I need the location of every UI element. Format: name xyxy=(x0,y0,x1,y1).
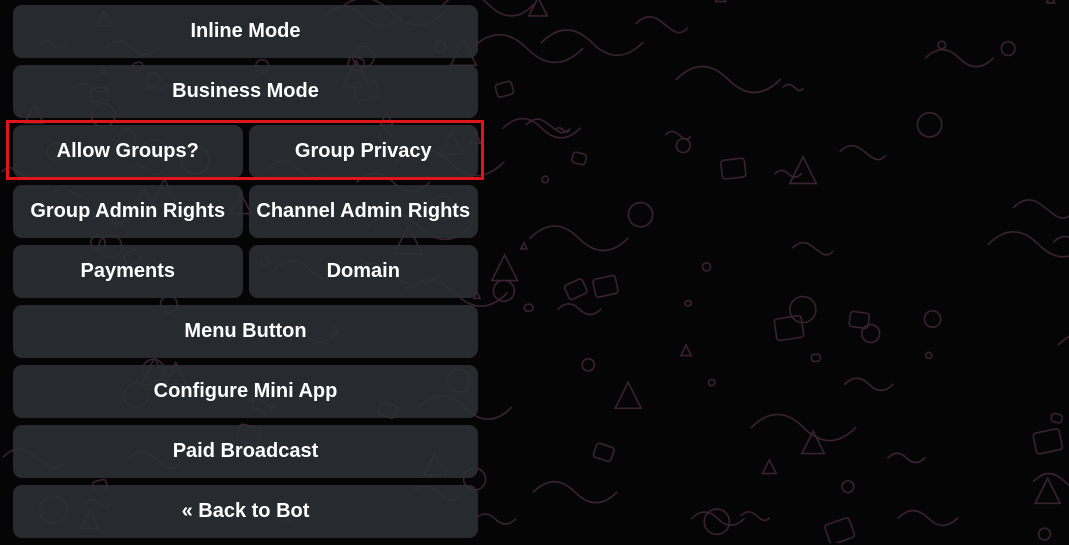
configure-mini-app-button[interactable]: Configure Mini App xyxy=(13,365,478,418)
channel-admin-rights-button[interactable]: Channel Admin Rights xyxy=(248,185,478,238)
keyboard-row: Configure Mini App xyxy=(13,365,478,418)
keyboard-row: « Back to Bot xyxy=(13,485,478,538)
group-admin-rights-button[interactable]: Group Admin Rights xyxy=(13,185,243,238)
keyboard-row: Allow Groups? Group Privacy xyxy=(13,125,478,178)
keyboard-row: Menu Button xyxy=(13,305,478,358)
domain-button[interactable]: Domain xyxy=(248,245,478,298)
business-mode-button[interactable]: Business Mode xyxy=(13,65,478,118)
payments-button[interactable]: Payments xyxy=(13,245,243,298)
paid-broadcast-button[interactable]: Paid Broadcast xyxy=(13,425,478,478)
menu-button-button[interactable]: Menu Button xyxy=(13,305,478,358)
keyboard-row: Payments Domain xyxy=(13,245,478,298)
allow-groups-button[interactable]: Allow Groups? xyxy=(13,125,243,178)
group-privacy-button[interactable]: Group Privacy xyxy=(248,125,478,178)
inline-mode-button[interactable]: Inline Mode xyxy=(13,5,478,58)
keyboard-row: Inline Mode xyxy=(13,5,478,58)
back-to-bot-button[interactable]: « Back to Bot xyxy=(13,485,478,538)
keyboard-row: Business Mode xyxy=(13,65,478,118)
keyboard-row: Group Admin Rights Channel Admin Rights xyxy=(13,185,478,238)
keyboard-row: Paid Broadcast xyxy=(13,425,478,478)
inline-keyboard: Inline Mode Business Mode Allow Groups? … xyxy=(13,5,478,545)
